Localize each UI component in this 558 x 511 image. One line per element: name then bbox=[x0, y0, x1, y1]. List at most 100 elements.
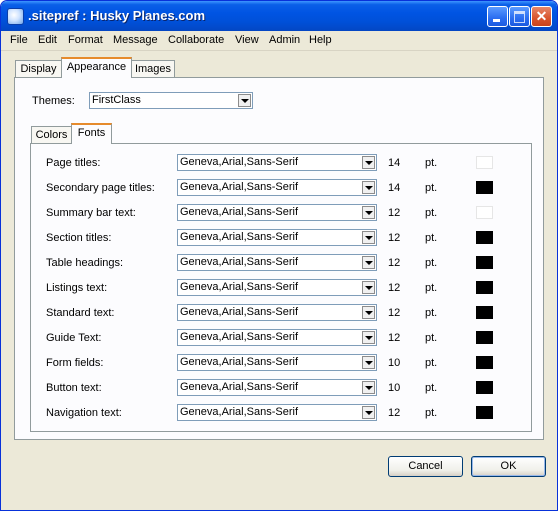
font-family-select[interactable]: Geneva,Arial,Sans-Serif bbox=[177, 279, 377, 296]
font-family-select[interactable]: Geneva,Arial,Sans-Serif bbox=[177, 154, 377, 171]
font-family-select[interactable]: Geneva,Arial,Sans-Serif bbox=[177, 354, 377, 371]
color-swatch[interactable] bbox=[476, 206, 493, 219]
font-family-select[interactable]: Geneva,Arial,Sans-Serif bbox=[177, 404, 377, 421]
font-size-unit: pt. bbox=[425, 207, 438, 219]
font-size-value[interactable]: 12 bbox=[388, 307, 400, 319]
font-family-value: Geneva,Arial,Sans-Serif bbox=[180, 156, 298, 168]
font-family-select[interactable]: Geneva,Arial,Sans-Serif bbox=[177, 204, 377, 221]
menu-bar: File Edit Format Message Collaborate Vie… bbox=[1, 31, 557, 51]
font-family-value: Geneva,Arial,Sans-Serif bbox=[180, 356, 298, 368]
chevron-down-icon[interactable] bbox=[362, 281, 375, 294]
font-family-value: Geneva,Arial,Sans-Serif bbox=[180, 406, 298, 418]
color-swatch[interactable] bbox=[476, 256, 493, 269]
font-row-label: Button text: bbox=[46, 382, 102, 394]
font-family-select[interactable]: Geneva,Arial,Sans-Serif bbox=[177, 304, 377, 321]
font-family-value: Geneva,Arial,Sans-Serif bbox=[180, 381, 298, 393]
dialog-window: .sitepref : Husky Planes.com ✕ File Edit… bbox=[0, 0, 558, 511]
menu-view[interactable]: View bbox=[235, 34, 259, 46]
font-size-value[interactable]: 12 bbox=[388, 282, 400, 294]
font-size-unit: pt. bbox=[425, 332, 438, 344]
color-swatch[interactable] bbox=[476, 331, 493, 344]
font-row-label: Table headings: bbox=[46, 257, 124, 269]
menu-help[interactable]: Help bbox=[309, 34, 332, 46]
chevron-down-icon[interactable] bbox=[362, 356, 375, 369]
themes-value: FirstClass bbox=[92, 94, 141, 106]
font-size-unit: pt. bbox=[425, 232, 438, 244]
themes-select[interactable]: FirstClass bbox=[89, 92, 253, 109]
close-button[interactable]: ✕ bbox=[531, 6, 552, 27]
font-row-label: Guide Text: bbox=[46, 332, 102, 344]
font-size-value[interactable]: 12 bbox=[388, 332, 400, 344]
font-size-unit: pt. bbox=[425, 157, 438, 169]
font-family-select[interactable]: Geneva,Arial,Sans-Serif bbox=[177, 254, 377, 271]
font-size-unit: pt. bbox=[425, 282, 438, 294]
font-size-unit: pt. bbox=[425, 307, 438, 319]
font-size-value[interactable]: 12 bbox=[388, 407, 400, 419]
minimize-button[interactable] bbox=[487, 6, 508, 27]
menu-collaborate[interactable]: Collaborate bbox=[168, 34, 224, 46]
font-size-value[interactable]: 12 bbox=[388, 207, 400, 219]
app-icon[interactable] bbox=[7, 8, 24, 25]
font-family-value: Geneva,Arial,Sans-Serif bbox=[180, 281, 298, 293]
color-swatch[interactable] bbox=[476, 231, 493, 244]
chevron-down-icon[interactable] bbox=[362, 256, 375, 269]
font-size-unit: pt. bbox=[425, 182, 438, 194]
tab-images[interactable]: Images bbox=[131, 60, 175, 78]
color-swatch[interactable] bbox=[476, 381, 493, 394]
chevron-down-icon[interactable] bbox=[362, 381, 375, 394]
menu-file[interactable]: File bbox=[10, 34, 28, 46]
menu-edit[interactable]: Edit bbox=[38, 34, 57, 46]
font-family-value: Geneva,Arial,Sans-Serif bbox=[180, 181, 298, 193]
font-row-label: Section titles: bbox=[46, 232, 112, 244]
font-family-select[interactable]: Geneva,Arial,Sans-Serif bbox=[177, 379, 377, 396]
tab-appearance[interactable]: Appearance bbox=[61, 57, 132, 78]
menu-format[interactable]: Format bbox=[68, 34, 103, 46]
font-size-unit: pt. bbox=[425, 357, 438, 369]
font-family-value: Geneva,Arial,Sans-Serif bbox=[180, 306, 298, 318]
chevron-down-icon[interactable] bbox=[238, 94, 251, 107]
chevron-down-icon[interactable] bbox=[362, 406, 375, 419]
font-size-unit: pt. bbox=[425, 407, 438, 419]
font-family-value: Geneva,Arial,Sans-Serif bbox=[180, 231, 298, 243]
font-family-select[interactable]: Geneva,Arial,Sans-Serif bbox=[177, 329, 377, 346]
ok-button[interactable]: OK bbox=[471, 456, 546, 477]
subtab-colors[interactable]: Colors bbox=[31, 126, 72, 144]
font-size-value[interactable]: 14 bbox=[388, 182, 400, 194]
font-size-unit: pt. bbox=[425, 257, 438, 269]
tab-display[interactable]: Display bbox=[15, 60, 62, 78]
font-row-label: Navigation text: bbox=[46, 407, 122, 419]
color-swatch[interactable] bbox=[476, 156, 493, 169]
color-swatch[interactable] bbox=[476, 306, 493, 319]
subtab-fonts[interactable]: Fonts bbox=[71, 123, 112, 144]
chevron-down-icon[interactable] bbox=[362, 231, 375, 244]
font-row-label: Page titles: bbox=[46, 157, 101, 169]
font-size-value[interactable]: 10 bbox=[388, 382, 400, 394]
font-size-value[interactable]: 14 bbox=[388, 157, 400, 169]
font-size-value[interactable]: 12 bbox=[388, 257, 400, 269]
font-size-value[interactable]: 10 bbox=[388, 357, 400, 369]
title-bar[interactable]: .sitepref : Husky Planes.com ✕ bbox=[1, 1, 557, 31]
font-size-value[interactable]: 12 bbox=[388, 232, 400, 244]
font-row-label: Standard text: bbox=[46, 307, 115, 319]
chevron-down-icon[interactable] bbox=[362, 181, 375, 194]
appearance-panel: Themes: FirstClass Colors Fonts Page tit… bbox=[14, 77, 544, 440]
cancel-button[interactable]: Cancel bbox=[388, 456, 463, 477]
chevron-down-icon[interactable] bbox=[362, 206, 375, 219]
color-swatch[interactable] bbox=[476, 181, 493, 194]
chevron-down-icon[interactable] bbox=[362, 156, 375, 169]
menu-admin[interactable]: Admin bbox=[269, 34, 300, 46]
color-swatch[interactable] bbox=[476, 406, 493, 419]
font-family-select[interactable]: Geneva,Arial,Sans-Serif bbox=[177, 179, 377, 196]
font-family-value: Geneva,Arial,Sans-Serif bbox=[180, 256, 298, 268]
font-row-label: Summary bar text: bbox=[46, 207, 136, 219]
font-family-value: Geneva,Arial,Sans-Serif bbox=[180, 206, 298, 218]
chevron-down-icon[interactable] bbox=[362, 306, 375, 319]
maximize-button[interactable] bbox=[509, 6, 530, 27]
themes-label: Themes: bbox=[32, 95, 75, 107]
font-family-select[interactable]: Geneva,Arial,Sans-Serif bbox=[177, 229, 377, 246]
chevron-down-icon[interactable] bbox=[362, 331, 375, 344]
font-family-value: Geneva,Arial,Sans-Serif bbox=[180, 331, 298, 343]
color-swatch[interactable] bbox=[476, 281, 493, 294]
menu-message[interactable]: Message bbox=[113, 34, 158, 46]
color-swatch[interactable] bbox=[476, 356, 493, 369]
